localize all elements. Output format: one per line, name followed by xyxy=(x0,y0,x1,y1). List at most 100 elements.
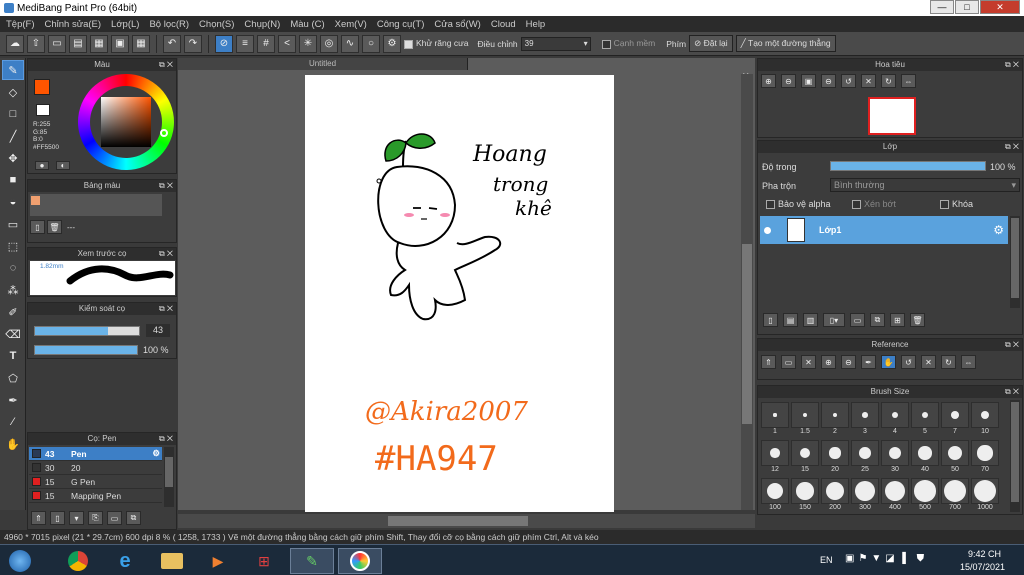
lasso-tool-icon[interactable]: ◌ xyxy=(2,258,24,278)
transparent-color-swatch[interactable] xyxy=(36,104,50,116)
ie-taskbar-icon[interactable]: e xyxy=(105,548,145,574)
folder-icon[interactable]: ▭ xyxy=(850,313,865,327)
comment-icon[interactable]: ▭ xyxy=(48,34,66,53)
brush-size-option[interactable]: 500 xyxy=(911,478,939,514)
brush-size-option[interactable]: 300 xyxy=(851,478,879,514)
move-tool-icon[interactable]: ✥ xyxy=(2,148,24,168)
color-mode-button[interactable]: ● xyxy=(35,161,49,170)
ime-taskbar-icon[interactable]: ✎ xyxy=(290,548,334,574)
gear-icon[interactable]: ⚙ xyxy=(993,223,1004,237)
antialias-checkbox[interactable]: Khử răng cưa xyxy=(404,38,469,49)
menu-view[interactable]: Xem(V) xyxy=(335,19,367,30)
brush-menu-icon[interactable]: ▾ xyxy=(69,511,84,525)
delete-layer-icon[interactable]: 🗑 xyxy=(910,313,925,327)
brush-size-option[interactable]: 150 xyxy=(791,478,819,514)
brush-item-20[interactable]: 30 20 xyxy=(29,461,162,475)
language-indicator[interactable]: EN xyxy=(820,555,833,565)
curve-snap-icon[interactable]: ∿ xyxy=(341,34,359,53)
palette-swatch[interactable] xyxy=(31,196,40,205)
close-reference-icon[interactable]: ✕ xyxy=(801,355,816,369)
medibang-taskbar-icon[interactable] xyxy=(338,548,382,574)
panel-close-icon[interactable]: ⧉ ✕ xyxy=(1005,339,1019,351)
clipping-checkbox[interactable]: Xén bớt xyxy=(852,199,896,210)
frame-icon[interactable]: ▣ xyxy=(111,34,129,53)
panel-close-icon[interactable]: ⧉ ✕ xyxy=(159,433,173,445)
new-layer-1bit-icon[interactable]: ▥ xyxy=(803,313,818,327)
add-layer-menu-icon[interactable]: ▯▾ xyxy=(823,313,845,327)
brush-size-option[interactable]: 25 xyxy=(851,440,879,476)
clock-time[interactable]: 9:42 CH xyxy=(968,549,1001,559)
undo-icon[interactable]: ↶ xyxy=(163,34,181,53)
brush-size-option[interactable]: 15 xyxy=(791,440,819,476)
new-brush-icon[interactable]: ▯ xyxy=(50,511,65,525)
brush-size-option[interactable]: 30 xyxy=(881,440,909,476)
brush-size-option[interactable]: 4 xyxy=(881,402,909,438)
brush-size-option[interactable]: 5 xyxy=(911,402,939,438)
zoom-in-icon[interactable]: ⊕ xyxy=(821,355,836,369)
zoom-in-icon[interactable]: ⊕ xyxy=(761,74,776,88)
parallel-snap-icon[interactable]: ≡ xyxy=(236,34,254,53)
brush-size-option[interactable]: 3 xyxy=(851,402,879,438)
menu-cloud[interactable]: Cloud xyxy=(491,19,516,30)
rotate-right-icon[interactable]: ↻ xyxy=(941,355,956,369)
start-button[interactable] xyxy=(4,548,36,574)
eraser-tool-icon[interactable]: ◇ xyxy=(2,82,24,102)
brush-size-slider[interactable] xyxy=(34,326,140,336)
hand-tool-icon[interactable]: ✋ xyxy=(2,434,24,454)
color-wheel[interactable] xyxy=(78,74,174,170)
concentric-snap-icon[interactable]: ○ xyxy=(362,34,380,53)
gear-icon[interactable]: ⚙ xyxy=(152,448,160,459)
panel-close-icon[interactable]: ⧉ ✕ xyxy=(1005,59,1019,71)
canvas-horizontal-scrollbar[interactable] xyxy=(178,514,755,528)
rotate-left-icon[interactable]: ↺ xyxy=(841,74,856,88)
layer-opacity-slider[interactable] xyxy=(830,161,986,171)
panel-close-icon[interactable]: ⧉ ✕ xyxy=(1005,386,1019,398)
media-player-taskbar-icon[interactable]: ▶ xyxy=(198,548,238,574)
brush-size-option[interactable]: 2 xyxy=(821,402,849,438)
panel-close-icon[interactable]: ⧉ ✕ xyxy=(159,248,173,260)
brush-item-g-pen[interactable]: 15 G Pen xyxy=(29,475,162,489)
dropper-tool-icon[interactable]: ⁄ xyxy=(2,412,24,432)
menu-tools[interactable]: Công cụ(T) xyxy=(377,19,425,30)
menu-snap[interactable]: Chụp(N) xyxy=(244,19,280,30)
correction-select[interactable]: 39 ▾ xyxy=(520,36,591,51)
brush-size-option[interactable]: 200 xyxy=(821,478,849,514)
brush-size-option[interactable]: 100 xyxy=(761,478,789,514)
brush-size-option[interactable]: 70 xyxy=(971,440,999,476)
explorer-taskbar-icon[interactable] xyxy=(152,548,192,574)
cloud-icon[interactable]: ☁ xyxy=(6,34,24,53)
flip-icon[interactable]: ✕ xyxy=(861,74,876,88)
radial-snap-icon[interactable]: ✳ xyxy=(299,34,317,53)
fill-rect-tool-icon[interactable]: ■ xyxy=(2,170,24,190)
eyedropper-icon[interactable]: ✒ xyxy=(861,355,876,369)
menu-layer[interactable]: Lớp(L) xyxy=(111,19,139,30)
zoom-out-icon[interactable]: ⊖ xyxy=(841,355,856,369)
brush-size-scrollbar[interactable] xyxy=(1010,400,1020,512)
new-palette-icon[interactable]: ▯ xyxy=(30,220,45,234)
duplicate-brush-icon[interactable]: ⧉ xyxy=(126,511,141,525)
open-image-icon[interactable]: ⇑ xyxy=(761,355,776,369)
folder-icon[interactable]: ▭ xyxy=(781,355,796,369)
soft-edge-checkbox[interactable]: Cạnh mềm xyxy=(601,38,655,49)
brush-size-option[interactable]: 1 xyxy=(761,402,789,438)
brush-size-option[interactable]: 50 xyxy=(941,440,969,476)
menu-filter[interactable]: Bộ lọc(R) xyxy=(149,19,189,30)
rotate-left-icon[interactable]: ↺ xyxy=(901,355,916,369)
page-icon[interactable]: ▤ xyxy=(69,34,87,53)
actual-size-icon[interactable]: ⊖ xyxy=(821,74,836,88)
snap-off-icon[interactable]: ⊘ xyxy=(215,34,233,53)
brush-size-option[interactable]: 10 xyxy=(971,402,999,438)
drawing-paper[interactable]: Hoang trong khê @Akira2007 #HA947 xyxy=(305,75,614,512)
new-layer-icon[interactable]: ▯ xyxy=(763,313,778,327)
grid-icon[interactable]: ▦ xyxy=(132,34,150,53)
color-settings-button[interactable]: ◐ xyxy=(56,161,70,170)
panel-close-icon[interactable]: ⧉ ✕ xyxy=(1005,141,1019,153)
canvas-vertical-scrollbar[interactable] xyxy=(741,74,753,510)
menu-help[interactable]: Help xyxy=(526,19,546,30)
menu-file[interactable]: Tệp(F) xyxy=(6,19,35,30)
layer-list-scrollbar[interactable] xyxy=(1010,216,1020,308)
rectangle-tool-icon[interactable]: □ xyxy=(2,104,24,124)
eyedropper-tool-icon[interactable]: ✒ xyxy=(2,390,24,410)
add-brush-icon[interactable]: ⇑ xyxy=(31,511,46,525)
panel-close-icon[interactable]: ⧉ ✕ xyxy=(159,180,173,192)
